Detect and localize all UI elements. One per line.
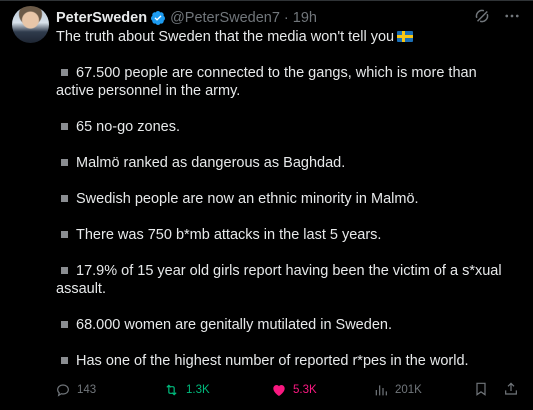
like-count: 5.3K — [293, 384, 317, 396]
header-actions — [473, 7, 521, 25]
square-bullet-icon — [61, 356, 68, 364]
bookmark-icon — [476, 382, 486, 396]
list-item: Has one of the highest number of reporte… — [56, 352, 513, 370]
square-bullet-icon — [61, 68, 68, 76]
list-item-text: 65 no-go zones. — [76, 119, 180, 135]
views-bar-chart-icon — [375, 385, 387, 396]
tweet-intro-text: The truth about Sweden that the media wo… — [56, 29, 395, 45]
author-name[interactable]: PeterSweden — [56, 10, 147, 26]
reply-icon — [57, 384, 69, 397]
separator-dot: · — [283, 10, 289, 26]
repost-count: 1.3K — [186, 384, 210, 396]
tweet-intro: The truth about Sweden that the media wo… — [56, 28, 513, 46]
square-bullet-icon — [61, 194, 68, 202]
reply-button[interactable]: 143 — [55, 382, 163, 398]
list-item: Swedish people are now an ethnic minorit… — [56, 190, 513, 208]
heart-icon — [273, 385, 285, 396]
square-bullet-icon — [61, 266, 68, 274]
list-item-text: Malmö ranked as dangerous as Baghdad. — [76, 155, 346, 171]
square-bullet-icon — [61, 230, 68, 238]
more-options-icon[interactable] — [503, 7, 521, 25]
reply-count: 143 — [77, 384, 97, 396]
list-item-text: Has one of the highest number of reporte… — [76, 353, 469, 369]
repost-button[interactable]: 1.3K — [163, 382, 271, 398]
list-item-text: 17.9% of 15 year old girls report having… — [56, 263, 502, 297]
secondary-actions — [473, 381, 519, 400]
list-item: There was 750 b*mb attacks in the last 5… — [56, 226, 513, 244]
list-item-text: There was 750 b*mb attacks in the last 5… — [76, 227, 382, 243]
tweet[interactable]: PeterSweden @PeterSweden7 · 19h The trut… — [0, 0, 533, 410]
sweden-flag-icon — [397, 31, 414, 42]
view-count: 201K — [395, 384, 422, 396]
like-button[interactable]: 5.3K — [271, 382, 373, 398]
author-handle[interactable]: @PeterSweden7 — [170, 10, 280, 26]
avatar[interactable] — [12, 6, 49, 43]
tweet-header: PeterSweden @PeterSweden7 · 19h — [56, 9, 521, 27]
square-bullet-icon — [61, 122, 68, 130]
views-button[interactable]: 201K — [373, 382, 468, 398]
list-item-text: Swedish people are now an ethnic minorit… — [76, 191, 419, 207]
square-bullet-icon — [61, 320, 68, 328]
tweet-actions: 143 1.3K 5.3K 201K — [55, 380, 519, 400]
square-bullet-icon — [61, 158, 68, 166]
list-item: 65 no-go zones. — [56, 118, 513, 136]
list-item: 68.000 women are genitally mutilated in … — [56, 316, 513, 334]
list-item-text: 68.000 women are genitally mutilated in … — [76, 317, 392, 333]
list-item-text: 67.500 people are connected to the gangs… — [56, 65, 477, 99]
bookmark-button[interactable] — [473, 381, 489, 400]
grok-icon[interactable] — [473, 7, 491, 25]
repost-icon — [166, 384, 177, 396]
tweet-timestamp[interactable]: 19h — [293, 10, 317, 26]
list-item: 67.500 people are connected to the gangs… — [56, 64, 513, 100]
tweet-body: The truth about Sweden that the media wo… — [56, 28, 513, 388]
share-icon — [505, 381, 517, 395]
share-button[interactable] — [503, 381, 519, 400]
list-item: Malmö ranked as dangerous as Baghdad. — [56, 154, 513, 172]
list-item: 17.9% of 15 year old girls report having… — [56, 262, 513, 298]
verified-badge-icon — [150, 10, 166, 26]
